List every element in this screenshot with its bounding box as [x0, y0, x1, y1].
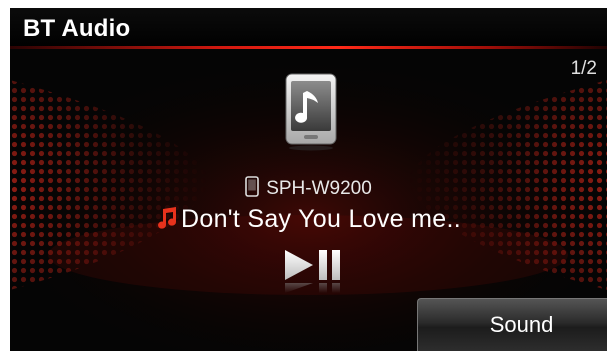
- page-indicator: 1/2: [570, 58, 597, 79]
- track-title: Don't Say You Love me..: [181, 205, 461, 233]
- bt-audio-screen: BT Audio 1/2 SPH-W9200 Don't Say You Lov…: [10, 8, 607, 351]
- phone-music-icon: [285, 73, 337, 151]
- mobile-phone-icon: [245, 176, 259, 197]
- track-info: Don't Say You Love me..: [10, 205, 607, 239]
- screen-title: BT Audio: [23, 15, 131, 42]
- title-bar: BT Audio: [10, 8, 607, 48]
- device-name: SPH-W9200: [266, 178, 372, 199]
- play-pause-icon[interactable]: [275, 245, 350, 295]
- music-note-icon: [158, 207, 177, 229]
- title-divider: [10, 46, 607, 49]
- sound-button[interactable]: Sound: [417, 298, 607, 351]
- device-info: SPH-W9200: [10, 176, 607, 202]
